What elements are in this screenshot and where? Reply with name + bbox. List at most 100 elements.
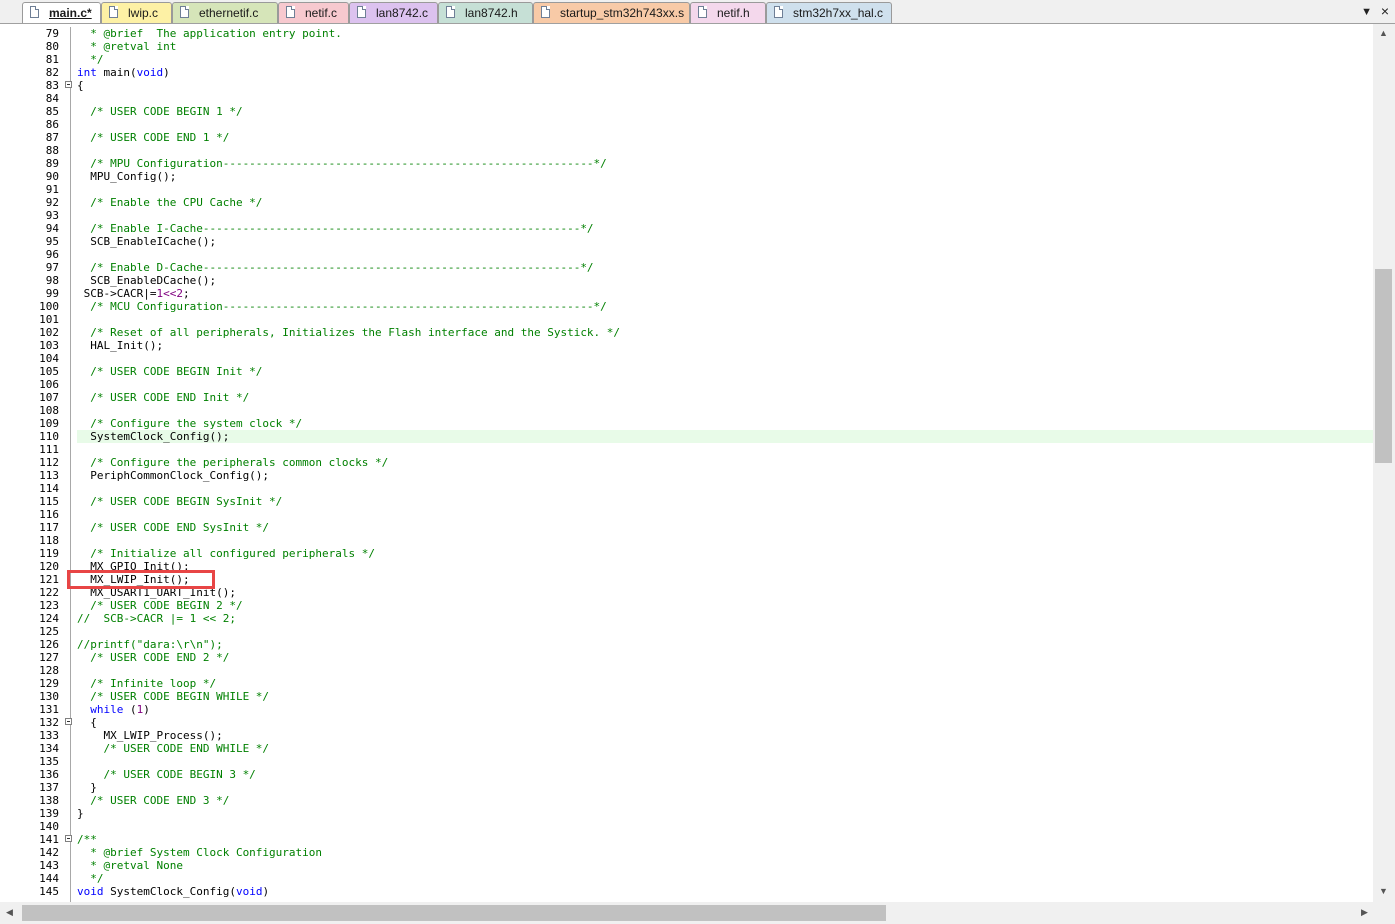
code-line[interactable]: 112 /* Configure the peripherals common … bbox=[0, 456, 1373, 469]
code-line[interactable]: 121 MX_LWIP_Init(); bbox=[0, 573, 1373, 586]
scroll-left-arrow-icon[interactable]: ◀ bbox=[6, 907, 13, 918]
tab-stm32h7xx-hal-c[interactable]: stm32h7xx_hal.c bbox=[766, 2, 892, 23]
code-line[interactable]: 106 bbox=[0, 378, 1373, 391]
code-editor[interactable]: 79 * @brief The application entry point.… bbox=[0, 24, 1373, 902]
code-line[interactable]: 122 MX_USART1_UART_Init(); bbox=[0, 586, 1373, 599]
code-line[interactable]: 126 //printf("dara:\r\n"); bbox=[0, 638, 1373, 651]
code-line[interactable]: 102 /* Reset of all peripherals, Initial… bbox=[0, 326, 1373, 339]
code-line[interactable]: 138 /* USER CODE END 3 */ bbox=[0, 794, 1373, 807]
tab-lan8742-c[interactable]: lan8742.c bbox=[349, 2, 438, 23]
code-line[interactable]: 84 bbox=[0, 92, 1373, 105]
code-line[interactable]: 80 * @retval int bbox=[0, 40, 1373, 53]
code-line[interactable]: 134 /* USER CODE END WHILE */ bbox=[0, 742, 1373, 755]
code-line[interactable]: 128 bbox=[0, 664, 1373, 677]
horizontal-scroll-thumb[interactable] bbox=[22, 905, 886, 921]
code-line[interactable]: 81 */ bbox=[0, 53, 1373, 66]
code-line[interactable]: 137 } bbox=[0, 781, 1373, 794]
code-line[interactable]: 145 void SystemClock_Config(void) bbox=[0, 885, 1373, 898]
code-line[interactable]: 135 bbox=[0, 755, 1373, 768]
code-line[interactable]: 91 bbox=[0, 183, 1373, 196]
fold-collapse-icon[interactable] bbox=[65, 718, 72, 725]
code-line[interactable]: 90 MPU_Config(); bbox=[0, 170, 1373, 183]
code-line[interactable]: 109 /* Configure the system clock */ bbox=[0, 417, 1373, 430]
code-line[interactable]: 92 /* Enable the CPU Cache */ bbox=[0, 196, 1373, 209]
code-line[interactable]: 108 bbox=[0, 404, 1373, 417]
code-line[interactable]: 95 SCB_EnableICache(); bbox=[0, 235, 1373, 248]
code-line[interactable]: 116 bbox=[0, 508, 1373, 521]
vertical-scroll-thumb[interactable] bbox=[1375, 269, 1392, 463]
line-number: 105 bbox=[39, 365, 59, 378]
code-line[interactable]: 96 bbox=[0, 248, 1373, 261]
code-line[interactable]: 139} bbox=[0, 807, 1373, 820]
code-line[interactable]: 130 /* USER CODE BEGIN WHILE */ bbox=[0, 690, 1373, 703]
code-keyword: void bbox=[77, 885, 104, 898]
tab-netif-c[interactable]: netif.c bbox=[278, 2, 349, 23]
scroll-down-arrow-icon[interactable]: ▼ bbox=[1379, 886, 1388, 896]
scroll-up-arrow-icon[interactable]: ▲ bbox=[1379, 28, 1388, 38]
tab-startup-stm32h743xx-s[interactable]: startup_stm32h743xx.s bbox=[533, 2, 690, 23]
fold-collapse-icon[interactable] bbox=[65, 835, 72, 842]
horizontal-scrollbar[interactable]: ◀ ▶ bbox=[0, 902, 1395, 924]
tab-netif-h[interactable]: netif.h bbox=[690, 2, 766, 23]
code-line[interactable]: 79 * @brief The application entry point. bbox=[0, 27, 1373, 40]
code-line[interactable]: 83 { bbox=[0, 79, 1373, 92]
code-line[interactable]: 94 /* Enable I-Cache--------------------… bbox=[0, 222, 1373, 235]
code-line[interactable]: 142 * @brief System Clock Configuration bbox=[0, 846, 1373, 859]
code-line[interactable]: 111 bbox=[0, 443, 1373, 456]
code-line[interactable]: 125 bbox=[0, 625, 1373, 638]
fold-collapse-icon[interactable] bbox=[65, 81, 72, 88]
code-line[interactable]: 113 PeriphCommonClock_Config(); bbox=[0, 469, 1373, 482]
code-line[interactable]: 101 bbox=[0, 313, 1373, 326]
tab-label: lan8742.c bbox=[376, 6, 429, 20]
code-line[interactable]: 119 /* Initialize all configured periphe… bbox=[0, 547, 1373, 560]
code-line[interactable]: 140 bbox=[0, 820, 1373, 833]
code-line[interactable]: 141 /** bbox=[0, 833, 1373, 846]
chevron-down-icon[interactable]: ▼ bbox=[1361, 6, 1372, 18]
code-line[interactable]: 143 * @retval None bbox=[0, 859, 1373, 872]
close-icon[interactable]: × bbox=[1381, 3, 1389, 19]
tab-lan8742-h[interactable]: lan8742.h bbox=[438, 2, 533, 23]
code-line[interactable]: 114 bbox=[0, 482, 1373, 495]
code-comment: /* USER CODE END SysInit */ bbox=[77, 521, 270, 534]
line-number: 134 bbox=[39, 742, 59, 755]
code-text: MPU_Config(); bbox=[77, 170, 176, 183]
scroll-right-arrow-icon[interactable]: ▶ bbox=[1361, 907, 1368, 918]
code-line[interactable]: 105 /* USER CODE BEGIN Init */ bbox=[0, 365, 1373, 378]
code-line[interactable]: 88 bbox=[0, 144, 1373, 157]
code-line[interactable]: 129 /* Infinite loop */ bbox=[0, 677, 1373, 690]
code-line[interactable]: 123 /* USER CODE BEGIN 2 */ bbox=[0, 599, 1373, 612]
code-line[interactable]: 144 */ bbox=[0, 872, 1373, 885]
code-comment: /* USER CODE END 3 */ bbox=[77, 794, 230, 807]
code-line[interactable]: 127 /* USER CODE END 2 */ bbox=[0, 651, 1373, 664]
code-line[interactable]: 97 /* Enable D-Cache--------------------… bbox=[0, 261, 1373, 274]
code-line[interactable]: 103 HAL_Init(); bbox=[0, 339, 1373, 352]
tab-label: netif.c bbox=[305, 6, 338, 20]
code-token: SCB->CACR|= bbox=[77, 287, 157, 300]
code-line[interactable]: 132 { bbox=[0, 716, 1373, 729]
code-line[interactable]: 82 int main(void) bbox=[0, 66, 1373, 79]
code-line[interactable]: 85 /* USER CODE BEGIN 1 */ bbox=[0, 105, 1373, 118]
code-line[interactable]: 104 bbox=[0, 352, 1373, 365]
code-line[interactable]: 89 /* MPU Configuration-----------------… bbox=[0, 157, 1373, 170]
code-line[interactable]: 124 // SCB->CACR |= 1 << 2; bbox=[0, 612, 1373, 625]
code-line[interactable]: 93 bbox=[0, 209, 1373, 222]
code-text: * @brief The application entry point. bbox=[77, 27, 342, 40]
tab-main-c[interactable]: main.c* bbox=[22, 2, 101, 23]
vertical-scrollbar[interactable]: ▲ ▼ bbox=[1373, 24, 1395, 902]
code-line[interactable]: 118 bbox=[0, 534, 1373, 547]
code-line[interactable]: 136 /* USER CODE BEGIN 3 */ bbox=[0, 768, 1373, 781]
code-line[interactable]: 133 MX_LWIP_Process(); bbox=[0, 729, 1373, 742]
tab-lwip-c[interactable]: lwip.c bbox=[101, 2, 172, 23]
code-line[interactable]: 115 /* USER CODE BEGIN SysInit */ bbox=[0, 495, 1373, 508]
code-line[interactable]: 120 MX_GPIO_Init(); bbox=[0, 560, 1373, 573]
code-line[interactable]: 99 SCB->CACR|=1<<2; bbox=[0, 287, 1373, 300]
code-line-highlighted[interactable]: 110 SystemClock_Config(); bbox=[0, 430, 1373, 443]
code-line[interactable]: 86 bbox=[0, 118, 1373, 131]
code-line[interactable]: 107 /* USER CODE END Init */ bbox=[0, 391, 1373, 404]
tab-ethernetif-c[interactable]: ethernetif.c bbox=[172, 2, 278, 23]
code-line[interactable]: 98 SCB_EnableDCache(); bbox=[0, 274, 1373, 287]
code-line[interactable]: 87 /* USER CODE END 1 */ bbox=[0, 131, 1373, 144]
code-line[interactable]: 117 /* USER CODE END SysInit */ bbox=[0, 521, 1373, 534]
code-line[interactable]: 100 /* MCU Configuration----------------… bbox=[0, 300, 1373, 313]
code-line[interactable]: 131 while (1) bbox=[0, 703, 1373, 716]
